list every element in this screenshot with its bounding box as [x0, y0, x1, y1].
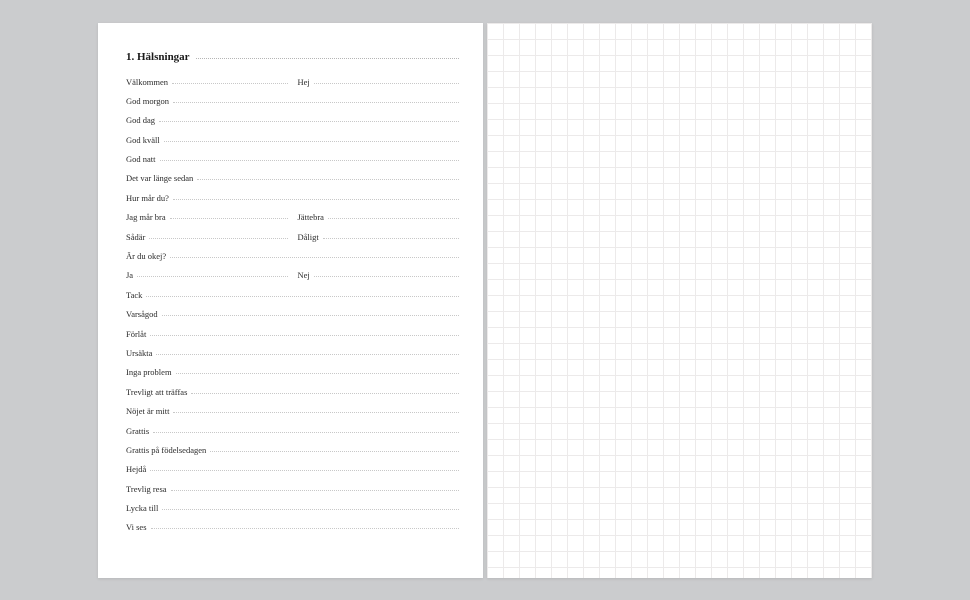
- vocab-row: Vi ses: [126, 522, 459, 541]
- leader-dots: [162, 315, 459, 316]
- vocab-half: Välkommen: [126, 77, 288, 87]
- vocab-half: Jag mår bra: [126, 212, 288, 222]
- vocab-row: Hejdå: [126, 464, 459, 483]
- leader-dots: [314, 83, 459, 84]
- leader-dots: [314, 276, 459, 277]
- vocab-term: Jag mår bra: [126, 212, 166, 222]
- vocab-term: Vi ses: [126, 522, 147, 532]
- vocab-row-pair: Sådär Dåligt: [126, 232, 459, 251]
- vocab-half: Hej: [298, 77, 460, 87]
- leader-dots: [150, 335, 459, 336]
- leader-dots: [323, 238, 459, 239]
- vocab-term: God natt: [126, 154, 156, 164]
- leader-dots: [153, 432, 459, 433]
- vocab-term: Lycka till: [126, 503, 158, 513]
- vocab-row: God natt: [126, 154, 459, 173]
- title-leader-dots: [196, 58, 459, 59]
- vocab-term: Trevlig resa: [126, 484, 167, 494]
- leader-dots: [176, 373, 459, 374]
- vocab-term: Nej: [298, 270, 310, 280]
- book-spread: 1. Hälsningar Välkommen Hej God morgon God …: [98, 23, 872, 578]
- vocab-row: Är du okej?: [126, 251, 459, 270]
- vocab-half: Nej: [298, 270, 460, 280]
- vocab-term: Nöjet är mitt: [126, 406, 169, 416]
- leader-dots: [170, 218, 288, 219]
- leader-dots: [149, 238, 287, 239]
- vocab-row: Trevligt att träffas: [126, 387, 459, 406]
- vocab-term: Välkommen: [126, 77, 168, 87]
- vocab-half: Ja: [126, 270, 288, 280]
- vocab-term: Inga problem: [126, 367, 172, 377]
- vocab-row: God dag: [126, 115, 459, 134]
- leader-dots: [210, 451, 459, 452]
- vocab-term: Grattis på födelsedagen: [126, 445, 206, 455]
- leader-dots: [162, 509, 459, 510]
- vocab-term: Ursäkta: [126, 348, 152, 358]
- right-page-grid: [487, 23, 872, 578]
- vocab-term: Jättebra: [298, 212, 324, 222]
- leader-dots: [151, 528, 459, 529]
- section-title: 1. Hälsningar: [126, 51, 190, 63]
- vocab-term: Dåligt: [298, 232, 319, 242]
- vocab-row: Hur mår du?: [126, 193, 459, 212]
- vocab-term: Ja: [126, 270, 133, 280]
- leader-dots: [150, 470, 459, 471]
- vocab-row: God morgon: [126, 96, 459, 115]
- vocab-term: Trevligt att träffas: [126, 387, 187, 397]
- leader-dots: [159, 121, 459, 122]
- vocab-row-pair: Ja Nej: [126, 270, 459, 289]
- vocab-row: Lycka till: [126, 503, 459, 522]
- vocab-row: Trevlig resa: [126, 484, 459, 503]
- vocab-term: Grattis: [126, 426, 149, 436]
- section-title-row: 1. Hälsningar: [126, 51, 459, 63]
- vocab-half: Jättebra: [298, 212, 460, 222]
- vocab-term: God kväll: [126, 135, 160, 145]
- vocab-row-pair: Välkommen Hej: [126, 77, 459, 96]
- leader-dots: [164, 141, 459, 142]
- leader-dots: [146, 296, 459, 297]
- vocab-term: Hejdå: [126, 464, 146, 474]
- vocab-term: Det var länge sedan: [126, 173, 193, 183]
- vocab-row: Inga problem: [126, 367, 459, 386]
- vocab-row: Ursäkta: [126, 348, 459, 367]
- vocab-term: God dag: [126, 115, 155, 125]
- vocab-row: Tack: [126, 290, 459, 309]
- leader-dots: [328, 218, 459, 219]
- leader-dots: [160, 160, 459, 161]
- vocab-term: Tack: [126, 290, 142, 300]
- vocab-row: Varsågod: [126, 309, 459, 328]
- vocab-row: Grattis på födelsedagen: [126, 445, 459, 464]
- leader-dots: [172, 83, 287, 84]
- vocab-term: Hej: [298, 77, 310, 87]
- vocab-row: Det var länge sedan: [126, 173, 459, 192]
- leader-dots: [173, 102, 459, 103]
- vocab-term: Är du okej?: [126, 251, 166, 261]
- vocabulary-list: Välkommen Hej God morgon God dag God kväll Go…: [126, 77, 459, 542]
- leader-dots: [137, 276, 287, 277]
- vocab-term: Varsågod: [126, 309, 158, 319]
- vocab-row-pair: Jag mår bra Jättebra: [126, 212, 459, 231]
- leader-dots: [197, 179, 459, 180]
- vocab-row: God kväll: [126, 135, 459, 154]
- leader-dots: [171, 490, 459, 491]
- vocab-term: Förlåt: [126, 329, 146, 339]
- leader-dots: [173, 199, 459, 200]
- vocab-row: Nöjet är mitt: [126, 406, 459, 425]
- vocab-half: Dåligt: [298, 232, 460, 242]
- left-page: 1. Hälsningar Välkommen Hej God morgon God …: [98, 23, 483, 578]
- vocab-term: Hur mår du?: [126, 193, 169, 203]
- vocab-row: Grattis: [126, 426, 459, 445]
- leader-dots: [156, 354, 459, 355]
- leader-dots: [173, 412, 459, 413]
- leader-dots: [191, 393, 459, 394]
- vocab-row: Förlåt: [126, 329, 459, 348]
- leader-dots: [170, 257, 459, 258]
- vocab-term: God morgon: [126, 96, 169, 106]
- vocab-term: Sådär: [126, 232, 145, 242]
- vocab-half: Sådär: [126, 232, 288, 242]
